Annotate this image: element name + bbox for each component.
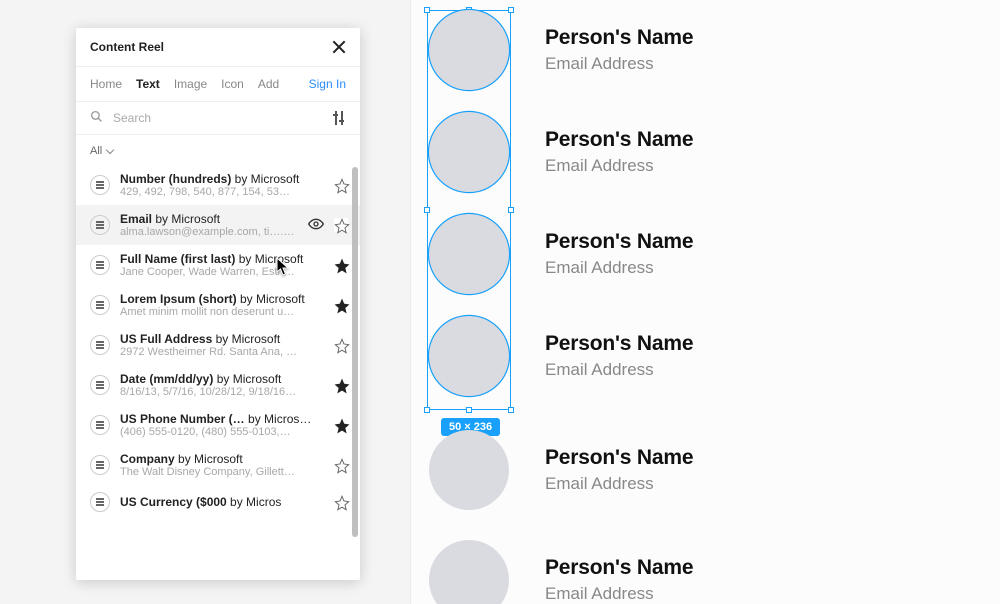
- sign-in-link[interactable]: Sign In: [309, 77, 346, 91]
- content-reel-panel: Content Reel Home Text Image Icon Add Sign In…: [76, 28, 360, 580]
- search-input[interactable]: [113, 111, 322, 125]
- favorite-star-icon[interactable]: [334, 218, 348, 232]
- avatar-placeholder[interactable]: [429, 112, 509, 192]
- design-canvas[interactable]: 50 × 236 Person's NameEmail AddressPerso…: [410, 0, 1000, 604]
- person-email-label[interactable]: Email Address: [545, 54, 693, 74]
- person-name-label[interactable]: Person's Name: [545, 230, 693, 254]
- filter-dropdown[interactable]: All: [90, 145, 102, 157]
- tab-home[interactable]: Home: [90, 77, 122, 91]
- content-item[interactable]: Number (hundreds) by Microsoft429, 492, …: [76, 165, 360, 205]
- tab-add[interactable]: Add: [258, 77, 279, 91]
- resize-handle[interactable]: [466, 407, 472, 413]
- avatar-placeholder[interactable]: [429, 430, 509, 510]
- content-item-title: US Phone Number (… by Micros…: [120, 412, 324, 426]
- close-icon[interactable]: [332, 40, 346, 54]
- avatar-placeholder[interactable]: [429, 540, 509, 604]
- content-item-title: US Full Address by Microsoft: [120, 332, 324, 346]
- favorite-star-icon[interactable]: [334, 418, 348, 432]
- favorite-star-icon[interactable]: [334, 298, 348, 312]
- person-name-label[interactable]: Person's Name: [545, 556, 693, 580]
- content-item[interactable]: US Currency ($000 by Micros: [76, 485, 360, 519]
- text-content-icon: [90, 295, 110, 315]
- text-content-icon: [90, 375, 110, 395]
- content-item-title: Email by Microsoft: [120, 212, 296, 226]
- filter-sliders-icon[interactable]: [332, 111, 346, 125]
- favorite-star-icon[interactable]: [334, 458, 348, 472]
- resize-handle[interactable]: [508, 207, 514, 213]
- tab-text[interactable]: Text: [136, 77, 160, 91]
- content-item[interactable]: Date (mm/dd/yy) by Microsoft8/16/13, 5/7…: [76, 365, 360, 405]
- content-item-preview: alma.lawson@example.com, ti….j…: [120, 226, 296, 238]
- resize-handle[interactable]: [424, 207, 430, 213]
- person-row[interactable]: Person's Name Email Address: [429, 316, 693, 396]
- person-name-label[interactable]: Person's Name: [545, 332, 693, 356]
- favorite-star-icon[interactable]: [334, 338, 348, 352]
- text-content-icon: [90, 255, 110, 275]
- scrollbar[interactable]: [352, 167, 358, 537]
- person-name-label[interactable]: Person's Name: [545, 128, 693, 152]
- search-icon: [90, 110, 103, 126]
- person-row[interactable]: Person's Name Email Address: [429, 112, 693, 192]
- tab-image[interactable]: Image: [174, 77, 207, 91]
- resize-handle[interactable]: [508, 407, 514, 413]
- content-item[interactable]: US Full Address by Microsoft2972 Westhei…: [76, 325, 360, 365]
- avatar-placeholder[interactable]: [429, 214, 509, 294]
- person-row[interactable]: Person's Name Email Address: [429, 540, 693, 604]
- content-item-preview: 429, 492, 798, 540, 877, 154, 53…: [120, 186, 324, 198]
- content-item[interactable]: Email by Microsoftalma.lawson@example.co…: [76, 205, 360, 245]
- person-row[interactable]: Person's Name Email Address: [429, 10, 693, 90]
- favorite-star-icon[interactable]: [334, 495, 348, 509]
- text-content-icon: [90, 415, 110, 435]
- content-item[interactable]: Full Name (first last) by MicrosoftJane …: [76, 245, 360, 285]
- person-email-label[interactable]: Email Address: [545, 258, 693, 278]
- content-item-preview: The Walt Disney Company, Gillett…: [120, 466, 324, 478]
- favorite-star-icon[interactable]: [334, 178, 348, 192]
- tab-icon[interactable]: Icon: [221, 77, 244, 91]
- chevron-down-icon: [106, 146, 114, 154]
- text-content-icon: [90, 335, 110, 355]
- person-email-label[interactable]: Email Address: [545, 474, 693, 494]
- favorite-star-icon[interactable]: [334, 258, 348, 272]
- person-email-label[interactable]: Email Address: [545, 584, 693, 604]
- person-name-label[interactable]: Person's Name: [545, 26, 693, 50]
- text-content-icon: [90, 455, 110, 475]
- resize-handle[interactable]: [424, 407, 430, 413]
- preview-eye-icon[interactable]: [306, 216, 326, 235]
- content-item-title: US Currency ($000 by Micros: [120, 495, 324, 509]
- content-item[interactable]: Lorem Ipsum (short) by MicrosoftAmet min…: [76, 285, 360, 325]
- content-item[interactable]: Company by MicrosoftThe Walt Disney Comp…: [76, 445, 360, 485]
- avatar-placeholder[interactable]: [429, 10, 509, 90]
- content-item[interactable]: US Phone Number (… by Micros…(406) 555-0…: [76, 405, 360, 445]
- content-item-preview: 8/16/13, 5/7/16, 10/28/12, 9/18/16…: [120, 386, 324, 398]
- person-email-label[interactable]: Email Address: [545, 360, 693, 380]
- content-item-title: Full Name (first last) by Microsoft: [120, 252, 324, 266]
- content-item-preview: (406) 555-0120, (480) 555-0103,…: [120, 426, 324, 438]
- avatar-placeholder[interactable]: [429, 316, 509, 396]
- panel-title: Content Reel: [90, 40, 164, 54]
- person-row[interactable]: Person's Name Email Address: [429, 214, 693, 294]
- content-item-preview: Jane Cooper, Wade Warren, Esth…: [120, 266, 324, 278]
- content-item-title: Company by Microsoft: [120, 452, 324, 466]
- text-content-icon: [90, 492, 110, 512]
- content-item-preview: 2972 Westheimer Rd. Santa Ana, …: [120, 346, 324, 358]
- text-content-icon: [90, 175, 110, 195]
- content-item-title: Number (hundreds) by Microsoft: [120, 172, 324, 186]
- person-name-label[interactable]: Person's Name: [545, 446, 693, 470]
- text-content-icon: [90, 215, 110, 235]
- content-item-title: Date (mm/dd/yy) by Microsoft: [120, 372, 324, 386]
- person-email-label[interactable]: Email Address: [545, 156, 693, 176]
- content-item-preview: Amet minim mollit non deserunt u…: [120, 306, 324, 318]
- person-row[interactable]: Person's Name Email Address: [429, 430, 693, 510]
- content-item-title: Lorem Ipsum (short) by Microsoft: [120, 292, 324, 306]
- favorite-star-icon[interactable]: [334, 378, 348, 392]
